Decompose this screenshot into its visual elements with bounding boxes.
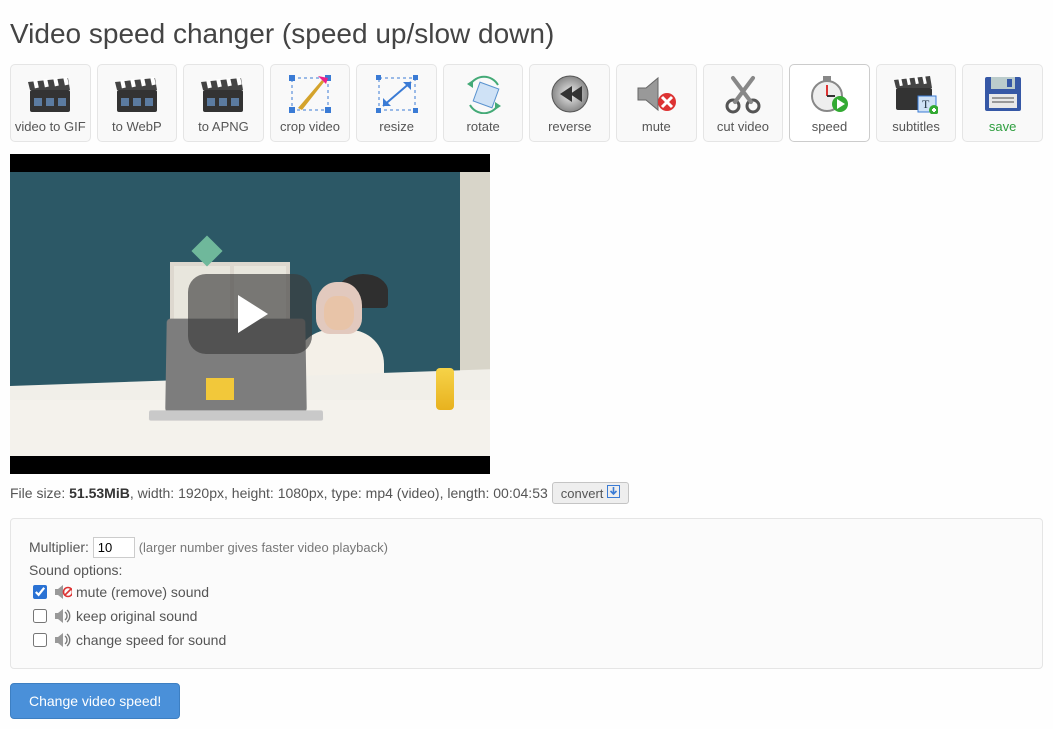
tool-label: rotate bbox=[467, 119, 500, 134]
multiplier-input[interactable] bbox=[93, 537, 135, 558]
tool-mute[interactable]: mute bbox=[616, 64, 697, 142]
stopwatch-play-icon bbox=[805, 71, 853, 117]
tool-rotate[interactable]: rotate bbox=[443, 64, 524, 142]
option-label: keep original sound bbox=[76, 608, 197, 624]
tool-subtitles[interactable]: T subtitles bbox=[876, 64, 957, 142]
file-info: File size: 51.53MiB, width: 1920px, heig… bbox=[10, 482, 1043, 504]
tool-label: mute bbox=[642, 119, 671, 134]
option-keep-sound: keep original sound bbox=[29, 606, 1024, 626]
tool-label: resize bbox=[379, 119, 414, 134]
file-size-prefix: File size: bbox=[10, 485, 69, 501]
tool-label: reverse bbox=[548, 119, 591, 134]
tool-label: subtitles bbox=[892, 119, 940, 134]
tool-speed[interactable]: speed bbox=[789, 64, 870, 142]
page-title: Video speed changer (speed up/slow down) bbox=[10, 18, 1043, 50]
tool-label: video to GIF bbox=[15, 119, 86, 134]
scissors-icon bbox=[719, 71, 767, 117]
option-mute-sound: mute (remove) sound bbox=[29, 582, 1024, 602]
speaker-on-icon bbox=[54, 609, 72, 623]
tool-label: speed bbox=[812, 119, 847, 134]
multiplier-label: Multiplier: bbox=[29, 539, 89, 555]
tool-label: save bbox=[989, 119, 1016, 134]
option-label: mute (remove) sound bbox=[76, 584, 209, 600]
tool-save[interactable]: save bbox=[962, 64, 1043, 142]
tool-video-to-gif[interactable]: video to GIF bbox=[10, 64, 91, 142]
tool-to-apng[interactable]: to APNG bbox=[183, 64, 264, 142]
tool-resize[interactable]: resize bbox=[356, 64, 437, 142]
clapper-icon bbox=[26, 71, 74, 117]
reverse-icon bbox=[546, 71, 594, 117]
tool-reverse[interactable]: reverse bbox=[529, 64, 610, 142]
video-preview[interactable] bbox=[10, 154, 490, 474]
clapper-icon bbox=[113, 71, 161, 117]
play-icon bbox=[238, 295, 268, 333]
resize-icon bbox=[373, 71, 421, 117]
clapper-icon bbox=[199, 71, 247, 117]
floppy-disk-icon bbox=[979, 71, 1027, 117]
play-button[interactable] bbox=[188, 274, 312, 354]
tool-label: to APNG bbox=[198, 119, 249, 134]
tool-label: cut video bbox=[717, 119, 769, 134]
crop-icon bbox=[286, 71, 334, 117]
toolbar: video to GIF to WebP to APNG crop video … bbox=[10, 64, 1043, 142]
speaker-muted-icon bbox=[54, 585, 72, 599]
tool-label: to WebP bbox=[112, 119, 162, 134]
tool-cut-video[interactable]: cut video bbox=[703, 64, 784, 142]
tool-label: crop video bbox=[280, 119, 340, 134]
checkbox-change-speed-sound[interactable] bbox=[33, 633, 47, 647]
option-label: change speed for sound bbox=[76, 632, 226, 648]
change-video-speed-button[interactable]: Change video speed! bbox=[10, 683, 180, 719]
svg-text:T: T bbox=[922, 97, 930, 111]
download-icon bbox=[607, 485, 620, 501]
rotate-icon bbox=[459, 71, 507, 117]
clapper-text-icon: T bbox=[892, 71, 940, 117]
file-size-value: 51.53MiB bbox=[69, 485, 130, 501]
tool-crop-video[interactable]: crop video bbox=[270, 64, 351, 142]
checkbox-keep-sound[interactable] bbox=[33, 609, 47, 623]
convert-button[interactable]: convert bbox=[552, 482, 630, 504]
file-details: , width: 1920px, height: 1080px, type: m… bbox=[130, 485, 548, 501]
options-panel: Multiplier: (larger number gives faster … bbox=[10, 518, 1043, 669]
option-change-speed-sound: change speed for sound bbox=[29, 630, 1024, 650]
tool-to-webp[interactable]: to WebP bbox=[97, 64, 178, 142]
multiplier-hint: (larger number gives faster video playba… bbox=[139, 540, 388, 555]
checkbox-mute-sound[interactable] bbox=[33, 585, 47, 599]
speaker-mute-icon bbox=[632, 71, 680, 117]
sound-options-heading: Sound options: bbox=[29, 562, 1024, 578]
convert-label: convert bbox=[561, 486, 604, 501]
speaker-on-icon bbox=[54, 633, 72, 647]
